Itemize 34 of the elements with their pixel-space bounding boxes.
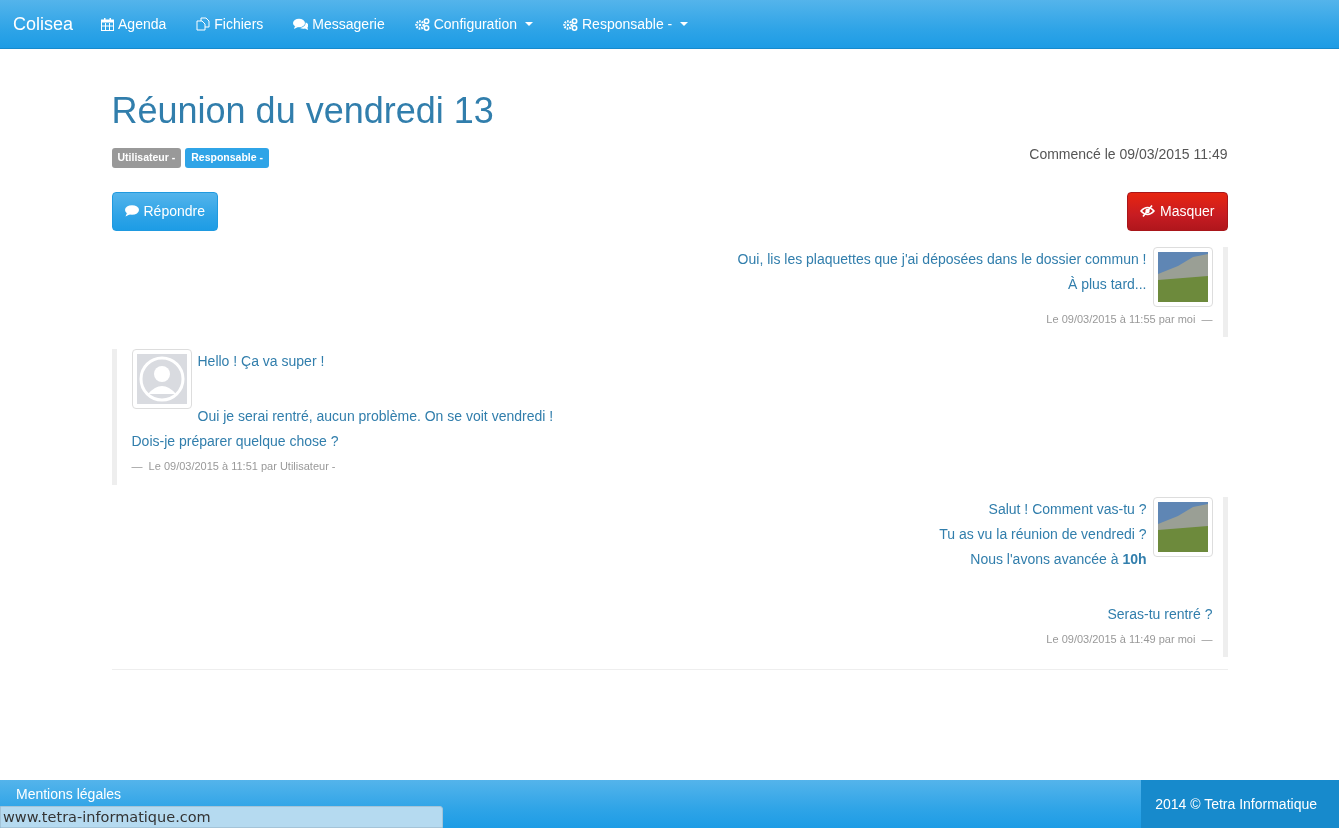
participant-tag: Utilisateur - <box>111 148 182 168</box>
page-title: Réunion du vendredi 13 <box>111 89 495 133</box>
message-meta: Le 09/03/2015 à 11:55 par moi — <box>1046 312 1213 325</box>
message-line: Dois-je préparer quelque chose ? <box>131 432 340 452</box>
nav-link[interactable]: Responsable - <box>548 13 704 35</box>
brand-logo[interactable]: Colisea <box>0 10 87 38</box>
nav-link[interactable]: Agenda <box>86 13 182 35</box>
status-url-tooltip: www.tetra-informatique.com <box>0 806 443 828</box>
message-line: Oui je serai rentré, aucun problème. On se voit vendredi ! <box>197 407 555 427</box>
legal-link[interactable]: Mentions légales <box>16 784 122 805</box>
nav-link[interactable]: Configuration <box>399 13 548 35</box>
message-meta: Le 09/03/2015 à 11:49 par moi — <box>1046 632 1213 645</box>
chat-bubbles-icon <box>293 17 309 31</box>
gears-icon <box>414 17 430 31</box>
hide-button[interactable]: Masquer <box>1127 191 1228 231</box>
eye-slash-icon <box>1140 205 1156 218</box>
message-line: Tu as vu la réunion de vendredi ? <box>938 524 1147 544</box>
message-line: À plus tard... <box>1066 274 1147 294</box>
calendar-icon <box>101 17 115 31</box>
copyright-text: 2014 © Tetra Informatique <box>1141 780 1339 828</box>
started-date: Commencé le 09/03/2015 11:49 <box>1029 145 1228 165</box>
message-line: Nous l'avons avancée à 10h <box>969 549 1147 569</box>
message-line: Seras-tu rentré ? <box>1106 604 1213 624</box>
copy-icon <box>196 17 211 31</box>
speech-bubble-icon <box>124 205 139 218</box>
message-line: Salut ! Comment vas-tu ? <box>987 499 1147 519</box>
message-line: Oui, lis les plaquettes que j'ai déposées dans le dossier commun ! <box>736 249 1147 269</box>
nav-link[interactable]: Fichiers <box>181 13 279 35</box>
message-meta: — Le 09/03/2015 à 11:51 par Utilisateur - <box>131 460 336 473</box>
reply-button[interactable]: Répondre <box>111 191 218 231</box>
message-line: Hello ! Ça va super ! <box>197 352 326 372</box>
nav-link[interactable]: Messagerie <box>278 13 400 35</box>
gears-icon <box>563 17 578 31</box>
participant-tag: Responsable - <box>185 148 270 168</box>
